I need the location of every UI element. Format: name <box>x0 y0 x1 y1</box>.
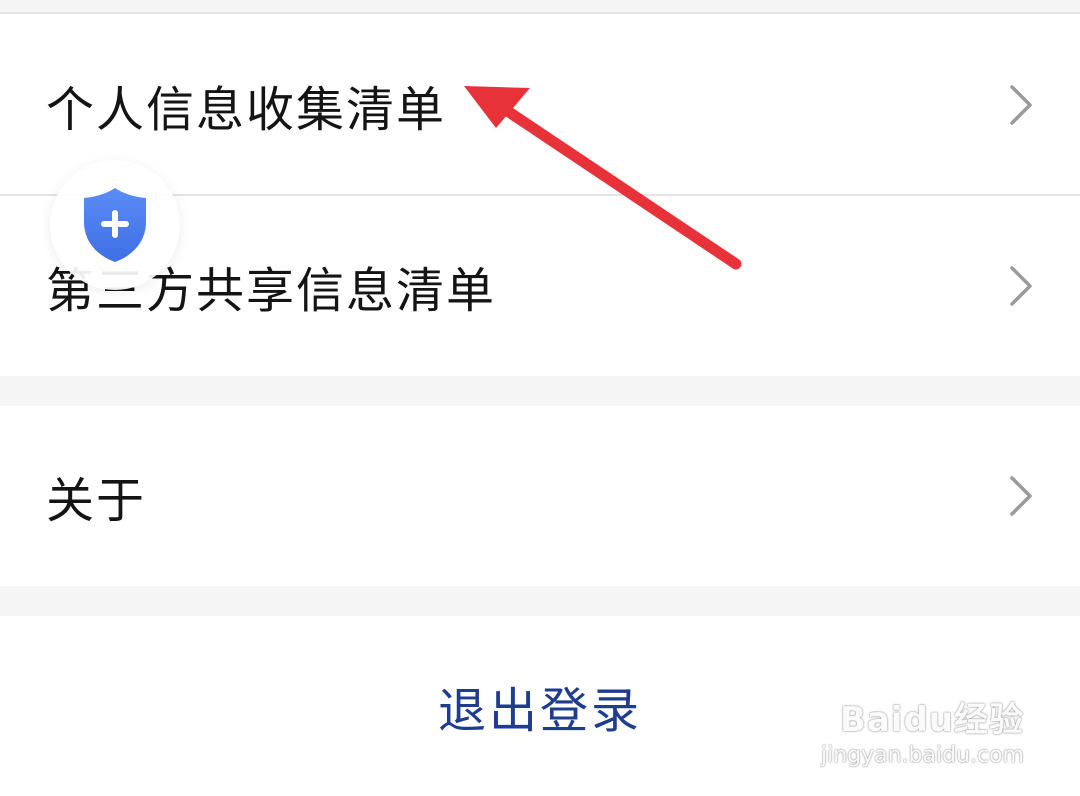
menu-item-personal-info-list[interactable]: 个人信息收集清单 <box>0 14 1080 196</box>
chevron-right-icon <box>1010 266 1032 306</box>
watermark-brand: Baidu经验 <box>839 700 1024 740</box>
chevron-right-icon <box>1010 85 1032 125</box>
menu-item-label: 关于 <box>46 473 147 529</box>
watermark-url: jingyan.baidu.com <box>820 743 1024 768</box>
menu-item-about[interactable]: 关于 <box>0 406 1080 586</box>
settings-page: 个人信息收集清单 第三方共享信息清单 关于 退出登录 Baidu经验 jingy… <box>0 0 1080 796</box>
shield-plus-icon <box>84 188 146 262</box>
chevron-right-icon <box>1010 476 1032 516</box>
about-group: 关于 <box>0 406 1080 586</box>
menu-item-label: 个人信息收集清单 <box>46 82 447 138</box>
baidu-jingyan-watermark: Baidu经验 jingyan.baidu.com <box>821 692 1024 768</box>
floating-security-badge[interactable] <box>50 160 180 290</box>
